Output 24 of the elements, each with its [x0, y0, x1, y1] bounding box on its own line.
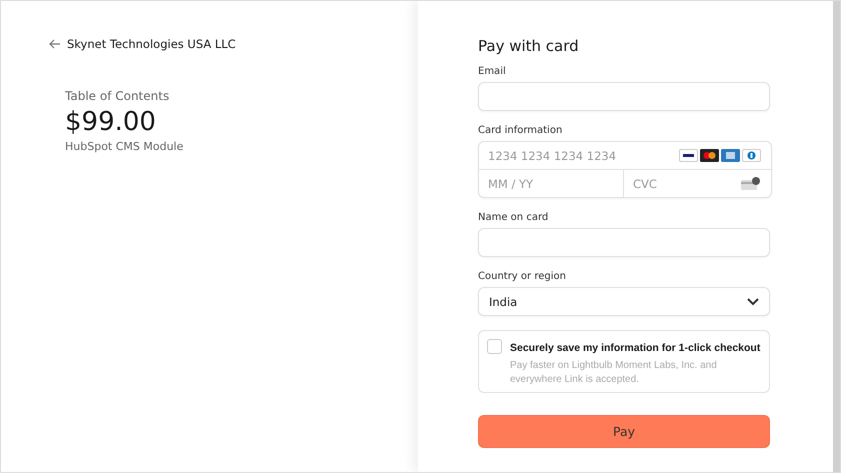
field-label: Name on card	[478, 212, 550, 223]
email-field[interactable]	[478, 82, 770, 111]
product-description: HubSpot CMS Module	[65, 140, 184, 153]
country-select[interactable]: India	[478, 287, 770, 316]
field-label: Email	[478, 66, 507, 77]
card-number-field[interactable]: 1234 1234 1234 1234	[479, 148, 679, 162]
scrollbar[interactable]	[833, 1, 840, 472]
pay-button[interactable]: Pay	[478, 415, 770, 448]
product-name: Table of Contents	[65, 89, 170, 103]
cvc-card-icon	[741, 177, 761, 190]
save-note: Pay faster on Lightbulb Moment Labs, Inc. and everywhere Link is accepted.	[510, 359, 718, 386]
merchant-name: Skynet Technologies USA LLC	[67, 37, 236, 51]
field-label: Country or region	[478, 271, 567, 282]
save-label: Securely save my information for 1-click checkout	[510, 342, 760, 354]
chevron-down-icon	[747, 298, 759, 306]
save-checkbox[interactable]	[487, 339, 502, 354]
back-arrow-icon[interactable]	[49, 39, 61, 49]
form-title: Pay with card	[478, 37, 580, 55]
expiry-field[interactable]: MM / YY	[479, 170, 624, 197]
field-label: Card information	[478, 125, 564, 136]
card-brands-icon	[679, 149, 761, 162]
product-price: $99.00	[65, 107, 157, 137]
name-field[interactable]	[478, 228, 770, 257]
cvc-field[interactable]: CVC	[624, 176, 741, 190]
